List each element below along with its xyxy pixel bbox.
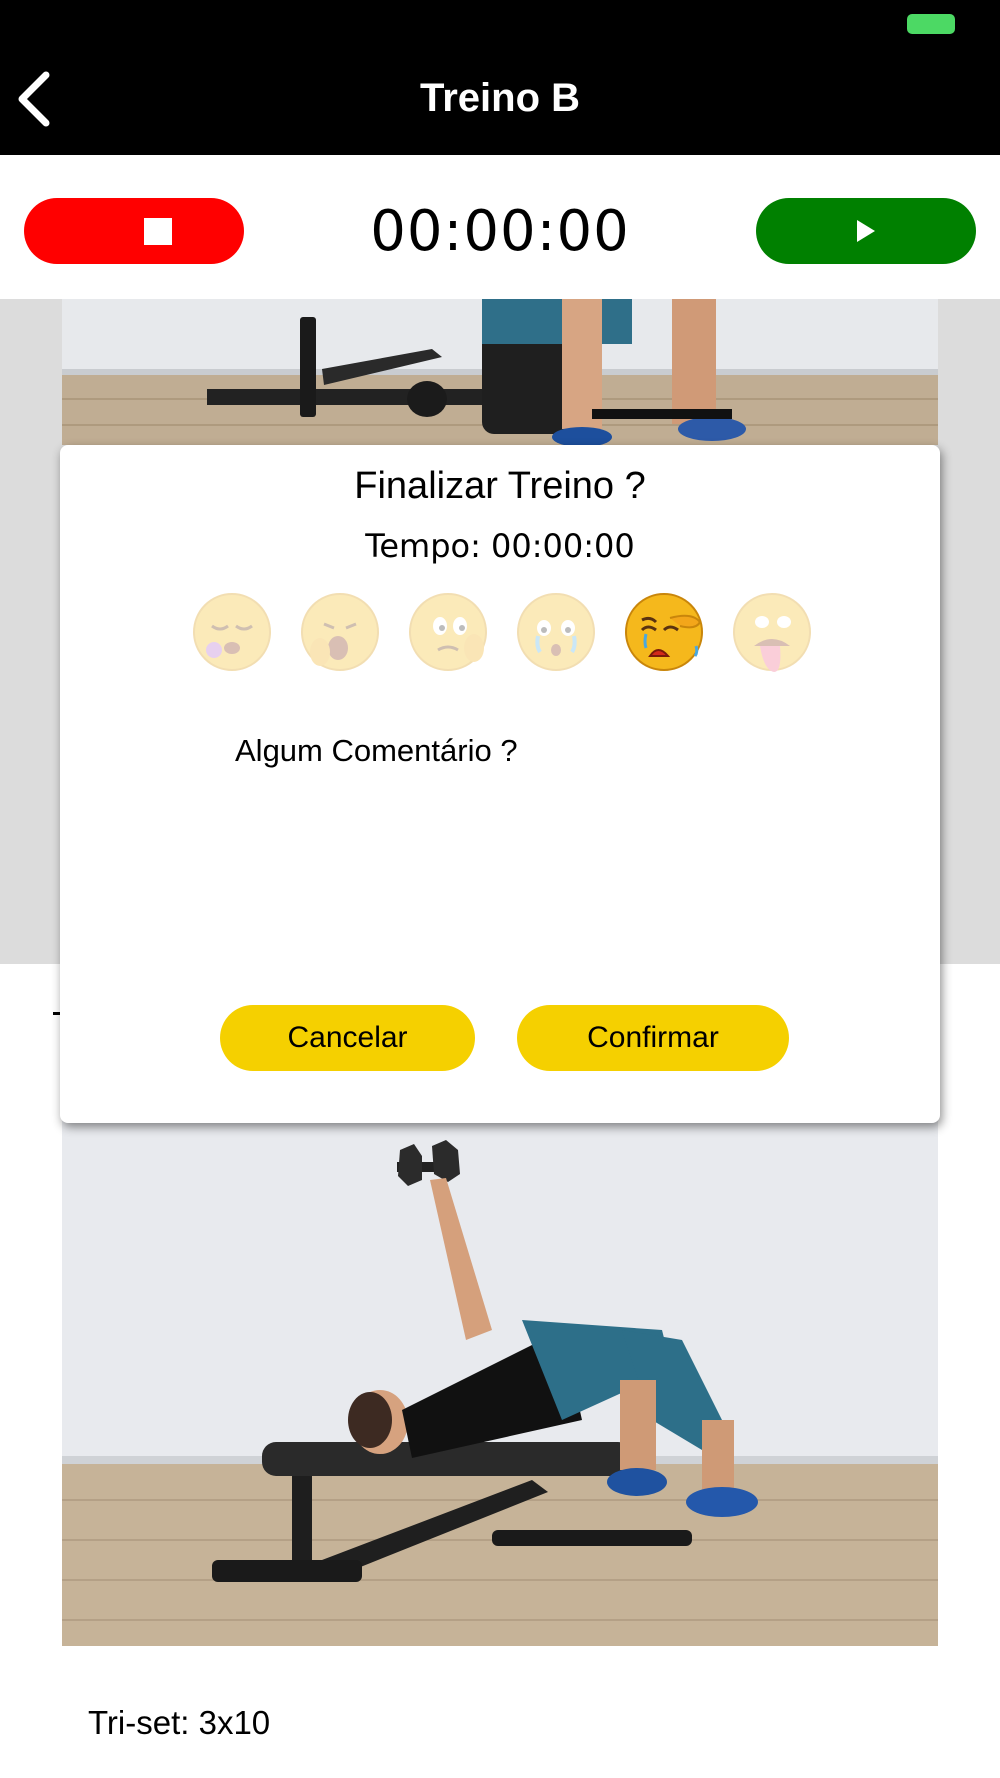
battery-icon (907, 14, 955, 34)
comment-label: Algum Comentário ? (235, 733, 518, 768)
play-icon (857, 220, 875, 242)
yawning-face-icon[interactable] (298, 590, 382, 674)
stop-icon (144, 218, 172, 245)
timer-display: 00:00:00 (370, 199, 630, 264)
crying-face-icon[interactable] (514, 590, 598, 674)
exercise-image (62, 1120, 938, 1646)
elapsed-time: Tempo: 00:00:00 (365, 527, 635, 565)
exercise-image-top (62, 299, 938, 445)
thinking-face-icon[interactable] (406, 590, 490, 674)
stop-button[interactable] (24, 198, 244, 264)
sleeping-face-icon[interactable] (190, 590, 274, 674)
tongue-out-exhausted-face-icon[interactable] (730, 590, 814, 674)
effort-rating (190, 590, 811, 680)
exhausted-face-icon[interactable] (622, 590, 706, 674)
play-button[interactable] (756, 198, 976, 264)
comment-input[interactable] (230, 780, 790, 980)
exercise-sets-label: Tri-set: 3x10 (88, 1704, 271, 1741)
cancel-button[interactable]: Cancelar (220, 1005, 475, 1071)
navigation-bar: Treino B (0, 0, 1000, 155)
confirm-button[interactable]: Confirmar (517, 1005, 789, 1071)
dialog-title: Finalizar Treino ? (354, 465, 646, 507)
finish-workout-dialog: Finalizar Treino ? Tempo: 00:00:00 Algum… (60, 445, 940, 1123)
page-title: Treino B (419, 76, 581, 120)
timer-controls: 00:00:00 (0, 155, 1000, 299)
